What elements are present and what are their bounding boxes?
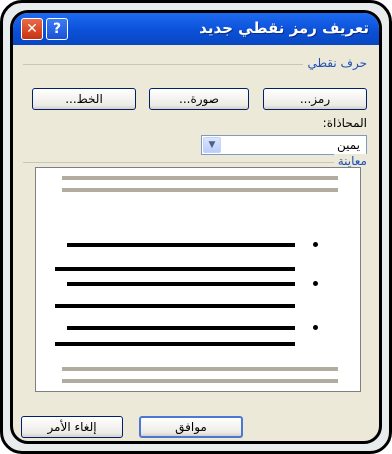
close-icon[interactable]: ✕ — [21, 18, 43, 40]
preview-label: معاينة — [333, 154, 367, 168]
preview-line-gray — [62, 379, 338, 383]
symbol-button[interactable]: رمز... — [263, 88, 367, 110]
ok-button[interactable]: موافق — [139, 416, 243, 438]
help-icon[interactable]: ? — [46, 18, 68, 40]
picture-button[interactable]: صورة... — [149, 88, 249, 110]
preview-line-black — [55, 267, 295, 271]
font-button[interactable]: الخط... — [32, 88, 136, 110]
chevron-down-icon[interactable]: ▼ — [203, 137, 221, 153]
alignment-value: يمين — [336, 138, 360, 152]
preview-line-black — [67, 326, 295, 330]
group-divider — [23, 162, 367, 163]
preview-line-black — [55, 342, 295, 346]
cancel-button[interactable]: إلغاء الأمر — [21, 416, 123, 438]
preview-pane — [35, 167, 361, 392]
bullet-character-label: حرف نقطي — [303, 56, 367, 70]
alignment-label: المحاذاة: — [322, 116, 367, 130]
bullet-dot — [313, 281, 318, 286]
window-title: تعريف رمز نقطي جديد — [199, 19, 369, 37]
bullet-dot — [313, 242, 318, 247]
preview-line-black — [55, 304, 295, 308]
preview-line-gray — [62, 176, 338, 180]
preview-line-black — [67, 282, 295, 286]
bullet-dot — [313, 325, 318, 330]
preview-line-gray — [62, 367, 338, 371]
preview-line-gray — [62, 188, 338, 192]
title-bar[interactable]: ✕ ? تعريف رمز نقطي جديد — [13, 13, 379, 45]
dialog-window: ✕ ? تعريف رمز نقطي جديد حرف نقطي رمز... … — [10, 10, 382, 444]
preview-line-black — [67, 243, 295, 247]
alignment-select[interactable]: يمين ▼ — [201, 135, 367, 155]
